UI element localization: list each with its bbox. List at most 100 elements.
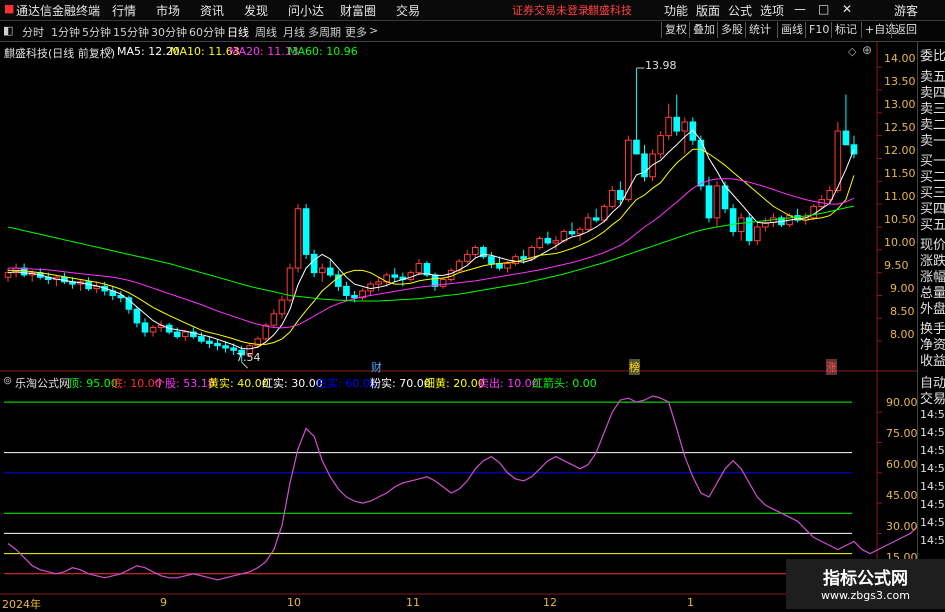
menu-item-market[interactable]: 市场	[156, 2, 180, 19]
period-more[interactable]: 更多	[345, 24, 367, 40]
candle-body	[665, 116, 672, 137]
indicator-name[interactable]: 乐淘公式网	[15, 375, 70, 391]
menu-item-discover[interactable]: 发现	[244, 2, 268, 19]
indicator-pane[interactable]: ⊚ 乐淘公式网 顶: 95.00 底: 10.00 个股: 53.18 黄实: …	[0, 372, 918, 611]
tick-time: 14:5	[920, 426, 945, 439]
chart-options-icon[interactable]: ⊕	[862, 43, 872, 57]
candle-body	[294, 208, 302, 269]
period-weekly[interactable]: 周线	[255, 24, 277, 40]
login-status[interactable]: 证券交易未登录	[512, 2, 589, 18]
price-tick: 9.50	[884, 259, 909, 272]
candle-body	[214, 342, 221, 347]
candle-body	[810, 205, 818, 219]
current-stock-name: 麒盛科技	[588, 4, 632, 17]
more-arrow-icon[interactable]: >	[369, 24, 378, 37]
menu-item-layout[interactable]: 版面	[696, 2, 720, 19]
candle-body	[391, 274, 399, 278]
label-earnings: 收益	[920, 354, 945, 369]
f10-button[interactable]: F10	[805, 22, 832, 38]
indicator-settings-icon[interactable]: ⊚	[3, 374, 12, 387]
candle-body	[351, 294, 358, 299]
candle-body	[608, 189, 616, 207]
period-5min[interactable]: 5分钟	[82, 24, 111, 40]
menu-item-wealth[interactable]: 财富圈	[340, 2, 376, 19]
period-multi[interactable]: 多周期	[308, 24, 341, 40]
candle-body	[753, 226, 761, 242]
tick-time: 14:5	[920, 408, 945, 421]
chart-settings-icon[interactable]: ⊚	[104, 44, 113, 57]
candle-body	[584, 217, 592, 230]
menu-item-trade[interactable]: 交易	[396, 2, 420, 19]
candle-body	[173, 331, 181, 338]
candle-body	[842, 130, 850, 146]
tab-trade[interactable]: 交易	[920, 388, 945, 407]
candle-body	[600, 205, 608, 221]
watermark-url: www.zbgs3.com	[821, 589, 910, 602]
indicator-chart[interactable]	[0, 372, 917, 609]
candle-body	[222, 345, 229, 349]
candlestick-chart[interactable]	[0, 42, 917, 372]
back-button[interactable]: 返回	[891, 22, 920, 38]
overlay-button[interactable]: 叠加	[689, 22, 718, 38]
minimize-icon[interactable]: —	[794, 2, 806, 16]
candle-body	[181, 331, 189, 338]
period-monthly[interactable]: 月线	[283, 24, 305, 40]
candle-body	[463, 253, 471, 262]
menu-item-ask[interactable]: 问小达	[288, 2, 324, 19]
candle-body	[737, 217, 745, 233]
multi-stock-button[interactable]: 多股	[717, 22, 746, 38]
label-bid5: 买五	[920, 218, 945, 233]
candle-body	[697, 139, 705, 187]
menu-item-news[interactable]: 资讯	[200, 2, 224, 19]
candle-body	[278, 299, 286, 315]
indicator-tick: 60.00	[886, 458, 918, 471]
date-tick: 2024年	[2, 598, 41, 611]
mark-button[interactable]: 标记	[831, 22, 860, 38]
chart-title: 麒盛科技(日线 前复权)	[4, 47, 116, 60]
menu-item-options[interactable]: 选项	[760, 2, 784, 19]
date-tick: 1	[687, 596, 694, 609]
candle-body	[520, 256, 527, 260]
period-1min[interactable]: 1分钟	[51, 24, 80, 40]
price-tick: 13.50	[884, 75, 916, 88]
guest-label[interactable]: 游客	[894, 2, 918, 19]
indicator-tick: 90.00	[886, 396, 918, 409]
indicator-value-stock: 个股: 53.18	[154, 377, 215, 390]
period-30min[interactable]: 30分钟	[151, 24, 187, 40]
menu-item-formula[interactable]: 公式	[728, 2, 752, 19]
period-daily[interactable]: 日线	[227, 24, 249, 40]
price-tick: 14.00	[884, 52, 916, 65]
menu-item-quotes[interactable]: 行情	[112, 2, 136, 19]
candle-body	[318, 267, 326, 274]
candle-body	[206, 340, 213, 344]
price-tick: 8.00	[890, 328, 915, 341]
diamond-icon[interactable]: ◇	[848, 45, 856, 58]
period-15min[interactable]: 15分钟	[113, 24, 149, 40]
panel-toggle-icon[interactable]: ◧	[3, 24, 13, 37]
menu-bar: ■ 通达信金融终端 行情 市场 资讯 发现 问小达 财富圈 交易 证券交易未登录…	[0, 0, 945, 21]
adjust-button[interactable]: 复权	[661, 22, 690, 38]
indicator-value-red-solid: 红实: 30.00	[262, 377, 323, 390]
candle-body	[657, 135, 664, 155]
statistics-button[interactable]: 统计	[745, 22, 774, 38]
candle-body	[576, 228, 584, 235]
draw-line-button[interactable]: 画线	[777, 22, 806, 38]
candle-body	[270, 313, 278, 326]
watermark-title: 指标公式网	[823, 569, 908, 589]
period-60min[interactable]: 60分钟	[189, 24, 225, 40]
app-title: 通达信金融终端	[16, 4, 101, 18]
price-tick: 10.00	[884, 236, 916, 249]
close-icon[interactable]: ✕	[842, 2, 852, 16]
low-price-marker: 7.54	[236, 351, 261, 364]
candle-body	[4, 272, 12, 278]
indicator-tick: 45.00	[886, 489, 918, 502]
ma60-label: MA60: 10.96	[288, 45, 358, 58]
period-toolbar: ◧ 分时 1分钟 5分钟 15分钟 30分钟 60分钟 日线 周线 月线 多周期…	[0, 21, 945, 42]
maximize-icon[interactable]: □	[818, 2, 829, 16]
price-chart-pane[interactable]: 麒盛科技(日线 前复权) ⊚ MA5: 12.20 MA10: 11.63 MA…	[0, 42, 917, 375]
candle-body	[326, 267, 334, 276]
candle-body	[343, 285, 350, 296]
menu-item-function[interactable]: 功能	[664, 2, 688, 19]
period-intraday[interactable]: 分时	[22, 24, 44, 40]
candle-body	[415, 263, 423, 274]
